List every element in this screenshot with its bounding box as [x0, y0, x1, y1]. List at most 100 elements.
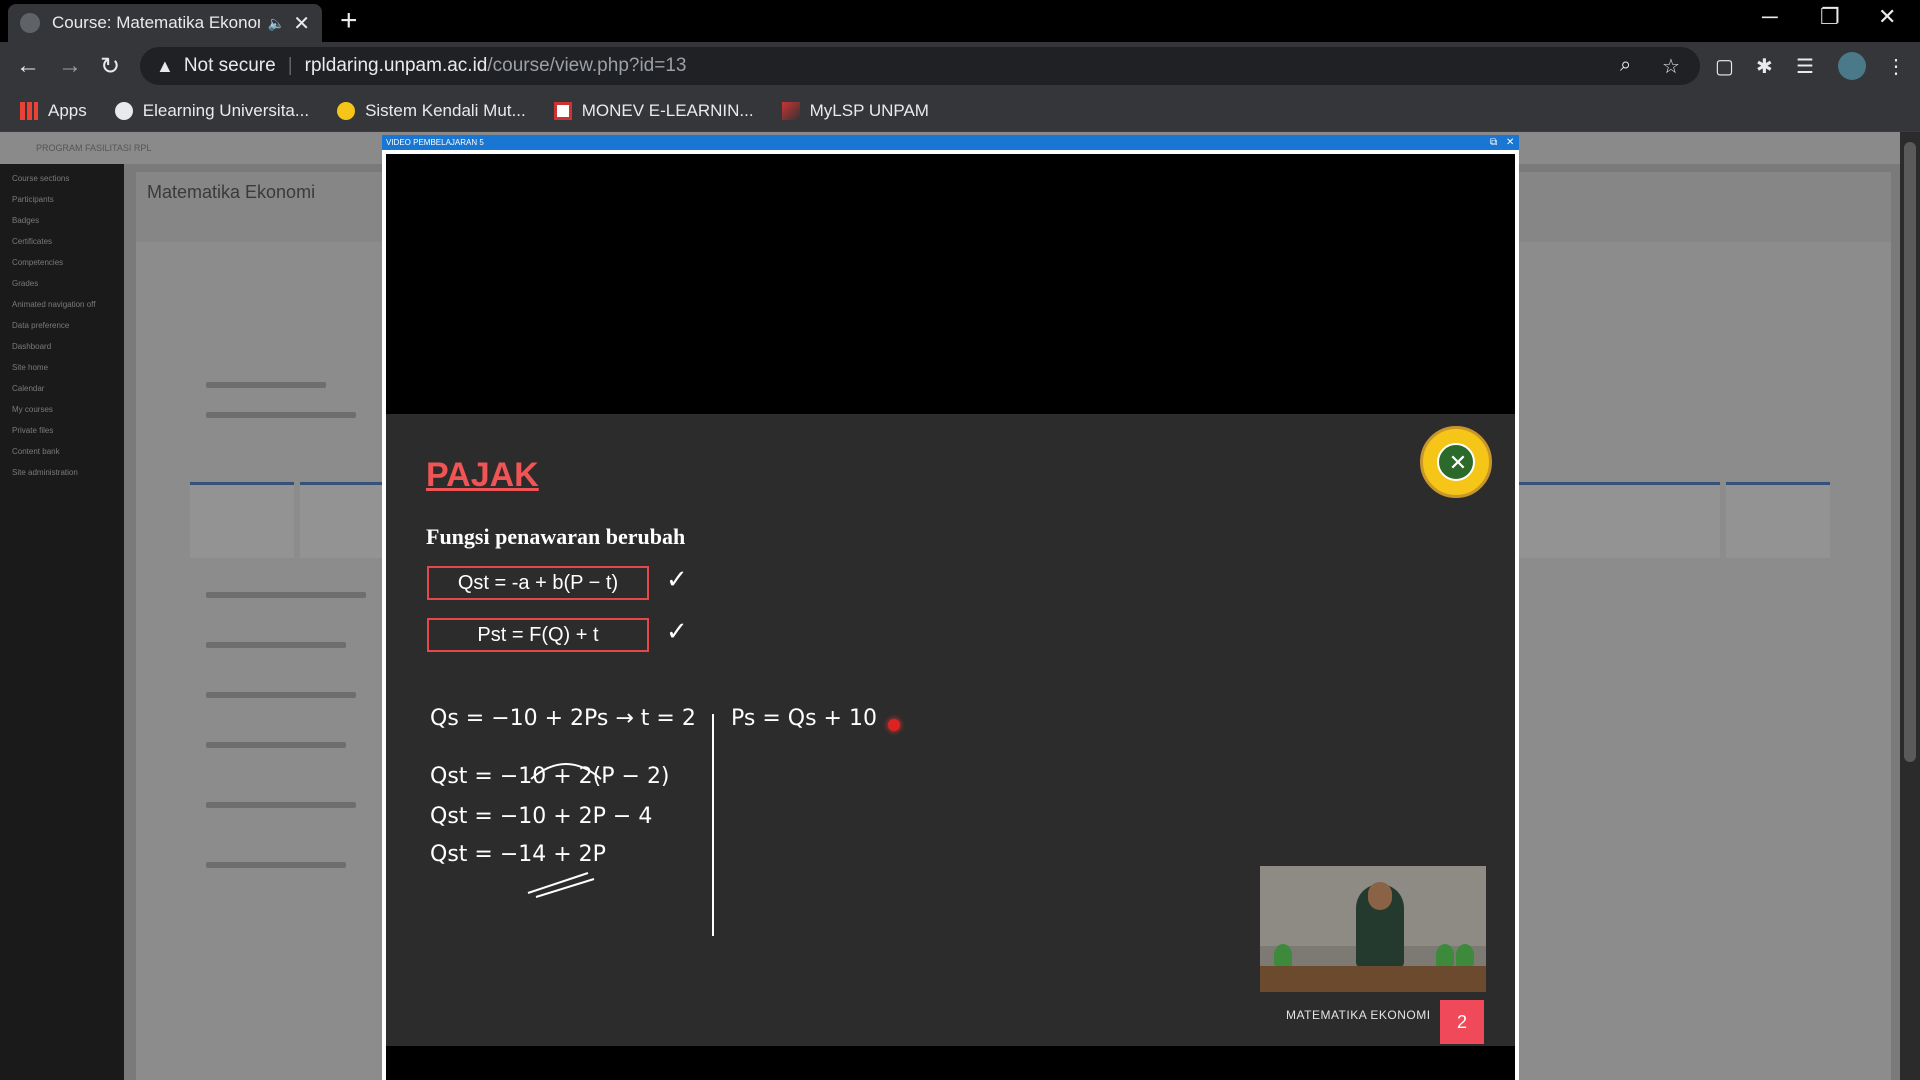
doc-icon: [553, 101, 572, 120]
browser-toolbar: ← → ↻ ▲ Not secure | rpldaring.unpam.ac.…: [0, 42, 1920, 90]
restore-icon[interactable]: ❐: [1820, 4, 1840, 30]
popup-close-icon[interactable]: ✕: [1506, 135, 1514, 150]
sidebar-item[interactable]: Dashboard: [12, 342, 124, 351]
url-host: rpldaring.unpam.ac.id: [304, 55, 488, 76]
slide-page-number: 2: [1440, 1000, 1484, 1044]
warning-icon: ▲: [156, 55, 174, 76]
zoom-icon[interactable]: ⌕: [1620, 54, 1631, 77]
bookmark-sistem-kendali[interactable]: Sistem Kendali Mut...: [337, 101, 526, 121]
back-icon[interactable]: ←: [16, 52, 40, 80]
star-icon[interactable]: ☆: [1662, 54, 1680, 79]
sidebar-item[interactable]: Participants: [12, 195, 124, 204]
security-label: Not secure: [183, 55, 276, 76]
sidebar-item[interactable]: Badges: [12, 216, 124, 225]
sidebar-item[interactable]: Competencies: [12, 258, 124, 267]
bookmark-apps[interactable]: Apps: [20, 101, 87, 121]
page-scrollbar[interactable]: [1900, 132, 1920, 1080]
menu-dots-icon[interactable]: ⋮: [1886, 54, 1906, 79]
url-path: /course/view.php?id=13: [487, 55, 687, 76]
window-close-icon[interactable]: ✕: [1878, 4, 1896, 30]
tab-title: Course: Matematika Ekonom: [52, 13, 260, 32]
extension-box-icon[interactable]: ▢: [1715, 54, 1734, 79]
address-bar[interactable]: ▲ Not secure | rpldaring.unpam.ac.id/cou…: [140, 47, 1700, 85]
formula-text: Qst = -a + b(P − t): [457, 571, 619, 594]
media-queue-icon[interactable]: ☰: [1796, 54, 1814, 79]
check-icon: ✓: [666, 564, 688, 594]
section-card[interactable]: [190, 482, 294, 558]
content-line: [206, 862, 346, 868]
flag-icon: [781, 101, 800, 120]
cam-head: [1368, 882, 1392, 910]
slide-footer: MATEMATIKA EKONOMI: [1286, 1008, 1431, 1022]
bookmark-label: Sistem Kendali Mut...: [365, 100, 526, 120]
underline-strokes: [527, 872, 595, 898]
content-line: [206, 742, 346, 748]
handwritten-side-note: Ps = Qs + 10: [731, 706, 877, 731]
annotation-arc: [530, 763, 602, 780]
scrollbar-thumb[interactable]: [1904, 142, 1916, 762]
lecture-slide: PAJAK ✕ Fungsi penawaran berubah Qst = -…: [386, 414, 1515, 1046]
popup-header: VIDEO PEMBELAJARAN 5 ⧉ ✕: [382, 135, 1519, 150]
bookmark-label: Apps: [48, 100, 87, 120]
popout-icon[interactable]: ⧉: [1490, 135, 1497, 150]
handwritten-line: Qs = −10 + 2Ps → t = 2: [430, 706, 696, 731]
content-line: [206, 412, 356, 418]
speaker-icon[interactable]: 🔈: [268, 15, 285, 32]
sidebar-item[interactable]: Site home: [12, 363, 124, 372]
minimize-icon[interactable]: ─: [1762, 4, 1778, 30]
badge-icon: [337, 101, 356, 120]
profile-avatar[interactable]: [1838, 52, 1866, 80]
new-tab-button[interactable]: +: [340, 6, 358, 36]
video-popup: VIDEO PEMBELAJARAN 5 ⧉ ✕ PAJAK ✕ Fungsi …: [382, 135, 1519, 1080]
divider-line: [712, 714, 714, 936]
lecturer-webcam: [1260, 866, 1486, 992]
separator: |: [287, 55, 293, 76]
sidebar-item[interactable]: Animated navigation off: [12, 300, 124, 309]
university-logo: ✕: [1420, 426, 1492, 498]
popup-title: VIDEO PEMBELAJARAN 5: [386, 138, 484, 147]
formula-text: Pst = F(Q) + t: [477, 623, 599, 646]
sidebar-item[interactable]: Course sections: [12, 174, 124, 183]
cam-plant: [1436, 944, 1454, 966]
sidebar-item[interactable]: Private files: [12, 426, 124, 435]
cam-plant: [1274, 944, 1292, 966]
cam-desk: [1260, 966, 1486, 992]
slide-title: PAJAK: [426, 456, 539, 494]
sidebar-item[interactable]: Site administration: [12, 468, 124, 477]
formula-box-2: Pst = F(Q) + t: [427, 618, 649, 652]
content-line: [206, 692, 356, 698]
content-line: [206, 642, 346, 648]
bookmark-label: Elearning Universita...: [142, 100, 310, 120]
bookmarks-bar: Apps Elearning Universita... Sistem Kend…: [0, 90, 1920, 132]
sidebar-item[interactable]: Content bank: [12, 447, 124, 456]
video-player[interactable]: PAJAK ✕ Fungsi penawaran berubah Qst = -…: [386, 154, 1515, 1080]
logo-mark: ✕: [1448, 450, 1468, 475]
globe-icon: [20, 13, 40, 33]
content-line: [206, 592, 366, 598]
browser-tab[interactable]: Course: Matematika Ekonom 🔈 ✕: [8, 4, 322, 42]
reload-icon[interactable]: ↻: [100, 52, 120, 81]
sidebar-item[interactable]: Certificates: [12, 237, 124, 246]
extensions-puzzle-icon[interactable]: ✱: [1756, 54, 1773, 79]
sidebar-item[interactable]: Data preference: [12, 321, 124, 330]
lms-sidebar: Course sections Participants Badges Cert…: [0, 164, 124, 1080]
bookmark-elearning[interactable]: Elearning Universita...: [114, 100, 310, 121]
check-icon: ✓: [666, 616, 688, 646]
formula-box-1: Qst = -a + b(P − t): [427, 566, 649, 600]
content-line: [206, 382, 326, 388]
sidebar-item[interactable]: My courses: [12, 405, 124, 414]
forward-icon[interactable]: →: [58, 52, 82, 80]
bookmark-monev[interactable]: MONEV E-LEARNIN...: [553, 100, 754, 121]
apps-grid-icon: [20, 101, 38, 120]
bookmark-label: MONEV E-LEARNIN...: [581, 100, 754, 120]
sidebar-item[interactable]: Grades: [12, 279, 124, 288]
section-card[interactable]: [1516, 482, 1620, 558]
handwritten-line: Qst = −14 + 2P: [430, 842, 606, 867]
bookmark-mylsp[interactable]: MyLSP UNPAM: [781, 100, 929, 121]
sidebar-item[interactable]: Calendar: [12, 384, 124, 393]
course-title: Matematika Ekonomi: [147, 182, 316, 202]
section-card[interactable]: [1726, 482, 1830, 558]
close-tab-icon[interactable]: ✕: [293, 11, 310, 36]
bookmark-label: MyLSP UNPAM: [809, 100, 929, 120]
section-card[interactable]: [1616, 482, 1720, 558]
